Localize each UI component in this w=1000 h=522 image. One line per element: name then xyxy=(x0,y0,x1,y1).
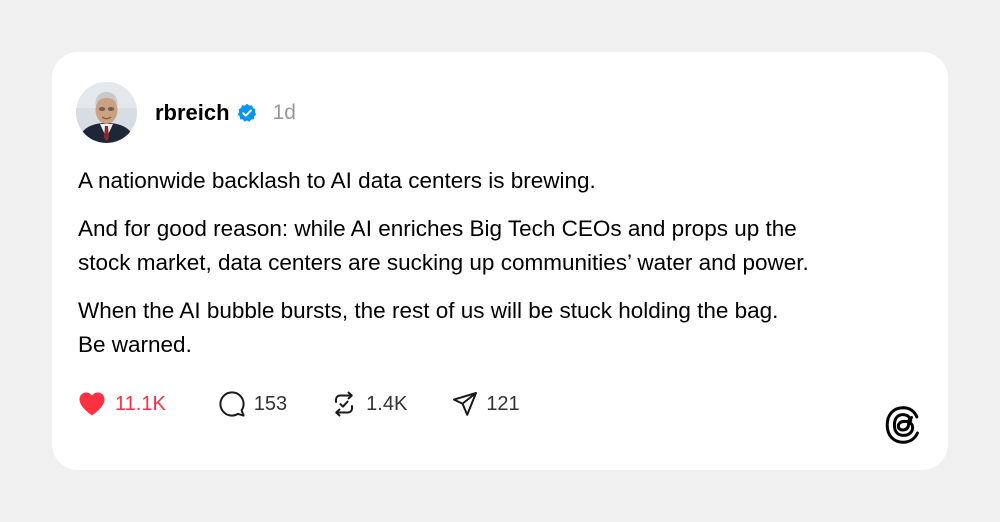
post-text-line: Be warned. xyxy=(78,332,192,357)
post-text-line: And for good reason: while AI enriches B… xyxy=(78,216,797,241)
post-paragraph: And for good reason: while AI enriches B… xyxy=(78,212,928,280)
action-bar: 11.1K 153 1.4K 121 xyxy=(78,388,520,420)
reply-button[interactable]: 153 xyxy=(218,390,287,418)
post-text: A nationwide backlash to AI data centers… xyxy=(78,164,928,376)
post-text-line: stock market, data centers are sucking u… xyxy=(78,250,809,275)
repost-count: 1.4K xyxy=(366,392,408,415)
heart-icon xyxy=(79,392,105,416)
speech-bubble-icon xyxy=(219,391,245,417)
username[interactable]: rbreich xyxy=(155,100,230,126)
post-text-line: A nationwide backlash to AI data centers… xyxy=(78,168,596,193)
share-button[interactable]: 121 xyxy=(452,391,520,417)
repost-icon xyxy=(335,391,354,417)
avatar[interactable] xyxy=(76,82,137,143)
verified-badge-icon xyxy=(237,103,257,123)
post-paragraph: When the AI bubble bursts, the rest of u… xyxy=(78,294,928,362)
like-button[interactable]: 11.1K xyxy=(78,391,166,417)
like-count: 11.1K xyxy=(115,392,166,415)
post-timestamp[interactable]: 1d xyxy=(273,101,296,125)
send-icon xyxy=(453,392,478,416)
reply-count: 153 xyxy=(253,392,288,415)
threads-logo-icon xyxy=(885,406,921,444)
post-paragraph: A nationwide backlash to AI data centers… xyxy=(78,164,928,198)
share-count: 121 xyxy=(486,392,520,415)
post-card: rbreich 1d A nationwide backlash to AI d… xyxy=(52,52,948,470)
post-header: rbreich 1d xyxy=(155,99,296,127)
post-text-line: When the AI bubble bursts, the rest of u… xyxy=(78,298,779,323)
repost-button[interactable]: 1.4K xyxy=(330,390,407,418)
